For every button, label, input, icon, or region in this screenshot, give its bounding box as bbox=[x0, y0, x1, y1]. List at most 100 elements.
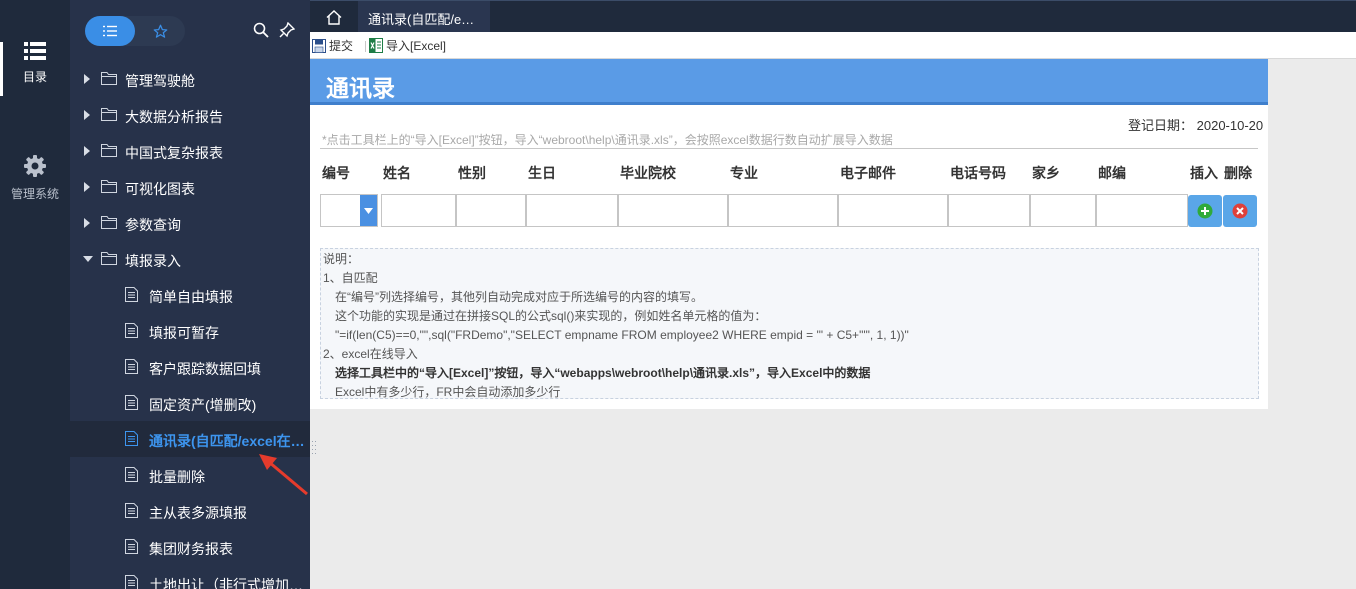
delete-row-button[interactable] bbox=[1223, 195, 1257, 227]
tree-item-label: 大数据分析报告 bbox=[125, 109, 223, 125]
directory-tree: 管理驾驶舱 大数据分析报告 中国式复杂报表 可视化图表 参数查询 填报录入 简单… bbox=[70, 61, 310, 589]
panel-header bbox=[70, 0, 310, 60]
excel-icon bbox=[369, 38, 383, 53]
list-view-button[interactable] bbox=[85, 16, 135, 46]
notes-heading: 说明： bbox=[323, 252, 360, 266]
registration-date: 登记日期： 2020-10-20 bbox=[1128, 115, 1263, 134]
rail-catalog[interactable]: 目录 bbox=[0, 42, 70, 96]
list-icon bbox=[24, 42, 46, 60]
folder-icon bbox=[101, 108, 117, 121]
column-header-insert: 插入 bbox=[1190, 165, 1218, 181]
birthday-input[interactable] bbox=[526, 194, 618, 227]
column-header-email: 电子邮件 bbox=[840, 165, 896, 181]
id-select[interactable] bbox=[320, 194, 378, 227]
tree-folder-param-query[interactable]: 参数查询 bbox=[70, 205, 310, 241]
tree-item-draft-entry[interactable]: 填报可暂存 bbox=[70, 313, 310, 349]
document-icon bbox=[125, 539, 138, 554]
notes-line: 1、自匹配 bbox=[323, 271, 378, 285]
notes-formula: "=if(len(C5)==0,"",sql("FRDemo","SELECT … bbox=[335, 328, 909, 342]
home-tab[interactable] bbox=[310, 1, 358, 33]
tree-item-customer-tracking[interactable]: 客户跟踪数据回填 bbox=[70, 349, 310, 385]
list-icon bbox=[103, 25, 117, 37]
import-excel-label: 导入[Excel] bbox=[386, 39, 447, 53]
star-icon bbox=[153, 24, 167, 38]
tree-folder-cockpit[interactable]: 管理驾驶舱 bbox=[70, 61, 310, 97]
date-value: 2020-10-20 bbox=[1196, 118, 1264, 133]
submit-button[interactable]: 提交 bbox=[312, 36, 353, 55]
tree-folder-bigdata[interactable]: 大数据分析报告 bbox=[70, 97, 310, 133]
tab-address-book[interactable]: 通讯录(自匹配/excel在线导入) bbox=[358, 1, 490, 33]
tree-item-label: 批量删除 bbox=[149, 469, 205, 485]
folder-icon bbox=[101, 252, 117, 265]
zipcode-input[interactable] bbox=[1096, 194, 1188, 227]
tree-folder-charts[interactable]: 可视化图表 bbox=[70, 169, 310, 205]
resize-handle[interactable] bbox=[312, 440, 316, 456]
tree-item-master-detail[interactable]: 主从表多源填报 bbox=[70, 493, 310, 529]
dropdown-toggle[interactable] bbox=[360, 195, 377, 226]
chevron-right-icon bbox=[84, 218, 90, 228]
add-icon bbox=[1197, 203, 1213, 219]
email-input[interactable] bbox=[838, 194, 948, 227]
tab-bar: 通讯录(自匹配/excel在线导入) bbox=[310, 0, 1356, 33]
import-hint: *点击工具栏上的“导入[Excel]”按钮，导入“webroot\help\通讯… bbox=[322, 133, 893, 147]
column-header-id: 编号 bbox=[322, 165, 350, 181]
tree-folder-data-entry[interactable]: 填报录入 bbox=[70, 241, 310, 277]
close-icon bbox=[1232, 203, 1248, 219]
document-icon bbox=[125, 359, 138, 374]
chevron-down-icon bbox=[83, 256, 93, 262]
name-input[interactable] bbox=[381, 194, 456, 227]
pin-icon[interactable] bbox=[279, 22, 295, 38]
phone-input[interactable] bbox=[948, 194, 1030, 227]
view-toggle bbox=[85, 16, 185, 46]
search-icon[interactable] bbox=[253, 22, 269, 38]
tree-item-fixed-assets[interactable]: 固定资产(增删改) bbox=[70, 385, 310, 421]
submit-label: 提交 bbox=[329, 39, 354, 53]
chevron-down-icon bbox=[364, 207, 373, 214]
column-header-hometown: 家乡 bbox=[1032, 165, 1060, 181]
rail-system-label: 管理系统 bbox=[10, 187, 59, 201]
toolbar-divider bbox=[365, 41, 366, 52]
divider bbox=[320, 148, 1258, 149]
notes-line: Excel中有多少行，FR中会自动添加多少行 bbox=[335, 385, 561, 399]
folder-icon bbox=[101, 144, 117, 157]
tree-item-label: 简单自由填报 bbox=[149, 289, 233, 305]
gender-input[interactable] bbox=[456, 194, 526, 227]
tree-item-label: 可视化图表 bbox=[125, 181, 195, 197]
favorites-button[interactable] bbox=[135, 16, 185, 46]
document-icon bbox=[125, 287, 138, 302]
tree-item-label: 集团财务报表 bbox=[149, 541, 233, 557]
notes-line: 这个功能的实现是通过在拼接SQL的公式sql()来实现的，例如姓名单元格的值为： bbox=[335, 309, 767, 323]
annotation-arrow-icon bbox=[259, 454, 308, 496]
column-header-phone: 电话号码 bbox=[950, 165, 1006, 181]
import-excel-button[interactable]: 导入[Excel] bbox=[369, 36, 446, 55]
document-icon bbox=[125, 467, 138, 482]
tree-item-label: 中国式复杂报表 bbox=[125, 145, 223, 161]
tree-folder-complex-reports[interactable]: 中国式复杂报表 bbox=[70, 133, 310, 169]
notes-line: 选择工具栏中的“导入[Excel]”按钮，导入“webapps\webroot\… bbox=[335, 366, 871, 380]
tree-item-label: 参数查询 bbox=[125, 217, 181, 233]
tree-item-group-finance[interactable]: 集团财务报表 bbox=[70, 529, 310, 565]
school-input[interactable] bbox=[618, 194, 728, 227]
tree-item-label: 通讯录(自匹配/excel在线导入) bbox=[149, 433, 307, 449]
directory-panel: 管理驾驶舱 大数据分析报告 中国式复杂报表 可视化图表 参数查询 填报录入 简单… bbox=[70, 0, 310, 589]
insert-row-button[interactable] bbox=[1188, 195, 1222, 227]
column-header-delete: 删除 bbox=[1224, 165, 1252, 181]
column-header-major: 专业 bbox=[730, 165, 758, 181]
major-input[interactable] bbox=[728, 194, 838, 227]
notes-line: 在“编号”列选择编号，其他列自动完成对应于所选编号的内容的填写。 bbox=[335, 290, 703, 304]
tree-item-land-transfer[interactable]: 土地出让（非行式增加行） bbox=[70, 565, 310, 589]
column-header-school: 毕业院校 bbox=[620, 165, 676, 181]
chevron-right-icon bbox=[84, 146, 90, 156]
chevron-right-icon bbox=[84, 110, 90, 120]
report-sheet: 通讯录 登记日期： 2020-10-20 *点击工具栏上的“导入[Excel]”… bbox=[310, 59, 1268, 409]
tree-item-simple-entry[interactable]: 简单自由填报 bbox=[70, 277, 310, 313]
document-icon bbox=[125, 323, 138, 338]
gear-icon bbox=[24, 155, 46, 177]
instructions-panel: 说明： 1、自匹配 在“编号”列选择编号，其他列自动完成对应于所选编号的内容的填… bbox=[320, 248, 1259, 399]
chevron-right-icon bbox=[84, 182, 90, 192]
folder-icon bbox=[101, 72, 117, 85]
hometown-input[interactable] bbox=[1030, 194, 1096, 227]
document-icon bbox=[125, 395, 138, 410]
column-header-name: 姓名 bbox=[383, 165, 411, 181]
rail-system[interactable]: 管理系统 bbox=[0, 155, 70, 202]
